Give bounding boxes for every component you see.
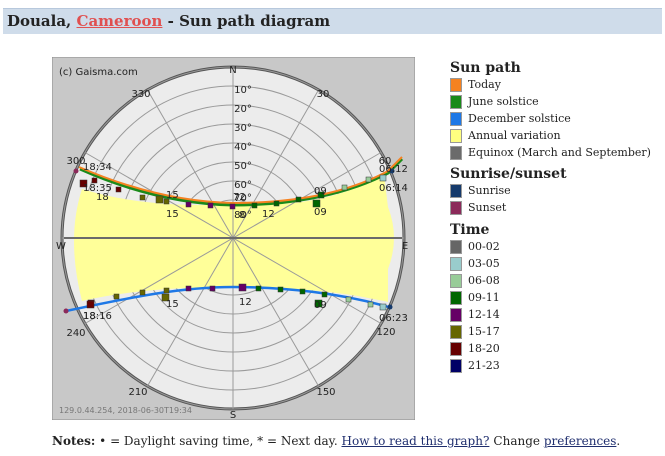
- notes-text: • = Daylight saving time, * = Next day.: [99, 434, 338, 448]
- compass-west: W: [56, 241, 66, 252]
- hour-09-label: 09: [314, 300, 327, 311]
- footer-stamp: 129.0.44.254, 2018-06-30T19:34: [59, 406, 192, 415]
- preferences-link[interactable]: preferences: [544, 434, 617, 448]
- hour-15-label: 15: [166, 209, 179, 220]
- legend-swatch: [450, 128, 462, 143]
- azimuth-150: 150: [316, 387, 335, 398]
- legend-label: Annual variation: [468, 129, 561, 142]
- sunrise-marker-winter: [379, 303, 387, 311]
- legend-item: Equinox (March and September): [450, 144, 660, 161]
- legend-label: Equinox (March and September): [468, 146, 651, 159]
- legend-sunrise-sunset-title: Sunrise/sunset: [450, 166, 567, 182]
- legend-label: December solstice: [468, 112, 571, 125]
- legend-swatch: [450, 183, 462, 198]
- azimuth-210: 210: [128, 387, 147, 398]
- altitude-60: 60°: [234, 180, 252, 191]
- legend-label: Today: [468, 78, 501, 91]
- today-sunset-label: 18:34: [83, 162, 112, 173]
- legend-swatch: [450, 290, 462, 305]
- today-sunrise-label: 06:12: [379, 164, 408, 175]
- azimuth-240: 240: [66, 328, 85, 339]
- legend-swatch: [450, 77, 462, 92]
- altitude-72-label: 72: [233, 192, 246, 203]
- legend-label: June solstice: [468, 95, 539, 108]
- legend-item: 18-20: [450, 340, 660, 357]
- city-name: Douala,: [7, 12, 72, 30]
- sunset-marker-winter: [86, 300, 95, 309]
- legend-swatch: [450, 239, 462, 254]
- legend-swatch: [450, 256, 462, 271]
- legend-swatch: [450, 94, 462, 109]
- legend-item: 12-14: [450, 306, 660, 323]
- hour-12-label: 12: [262, 209, 275, 220]
- legend-swatch: [450, 307, 462, 322]
- copyright-text: (c) Gaisma.com: [59, 67, 138, 78]
- legend-item: 09-11: [450, 289, 660, 306]
- legend-time-title: Time: [450, 222, 490, 238]
- altitude-20: 20°: [234, 104, 252, 115]
- altitude-30: 30°: [234, 123, 252, 134]
- legend-label: 21-23: [468, 359, 500, 372]
- legend-swatch: [450, 341, 462, 356]
- legend-swatch: [450, 273, 462, 288]
- compass-north: N: [229, 65, 236, 76]
- page-header: Douala, Cameroon - Sun path diagram: [3, 8, 662, 34]
- legend-item: Sunrise: [450, 182, 660, 199]
- legend-swatch: [450, 111, 462, 126]
- notes-label: Notes:: [52, 434, 96, 448]
- legend-label: Sunset: [468, 201, 507, 214]
- azimuth-30: 30: [317, 89, 330, 100]
- legend-item: 15-17: [450, 323, 660, 340]
- legend-item: Annual variation: [450, 127, 660, 144]
- hour-18-label: 18: [83, 311, 96, 322]
- legend-label: 18-20: [468, 342, 500, 355]
- compass-east: E: [402, 241, 408, 252]
- legend-item: Sunset: [450, 199, 660, 216]
- legend-item: 21-23: [450, 357, 660, 374]
- how-to-read-link[interactable]: How to read this graph?: [342, 434, 490, 448]
- altitude-40: 40°: [234, 142, 252, 153]
- legend-item: 00-02: [450, 238, 660, 255]
- compass-south: S: [230, 410, 236, 420]
- legend-label: 09-11: [468, 291, 500, 304]
- legend-label: 00-02: [468, 240, 500, 253]
- june-sunrise-label: 06:14: [379, 183, 408, 194]
- hour-09-label: 09: [314, 207, 327, 218]
- legend-label: 06-08: [468, 274, 500, 287]
- legend: Sun path Today June solstice December sols…: [450, 60, 660, 374]
- legend-label: Sunrise: [468, 184, 511, 197]
- legend-label: 15-17: [468, 325, 500, 338]
- dec-sunrise-label: 06:23: [379, 313, 408, 324]
- hour-12-label: 12: [239, 297, 252, 308]
- legend-item: 03-05: [450, 255, 660, 272]
- azimuth-330: 330: [131, 89, 150, 100]
- hour-09-label: 09: [314, 186, 327, 197]
- hour-15-label: 15: [166, 299, 179, 310]
- sunrise-marker-summer: [379, 174, 387, 182]
- page-title: Douala, Cameroon - Sun path diagram: [7, 12, 330, 30]
- notes: Notes: • = Daylight saving time, * = Nex…: [52, 434, 620, 448]
- legend-item: 06-08: [450, 272, 660, 289]
- legend-item: Today: [450, 76, 660, 93]
- altitude-10: 10°: [234, 85, 252, 96]
- notes-end: .: [616, 434, 621, 448]
- legend-item: June solstice: [450, 93, 660, 110]
- legend-swatch: [450, 324, 462, 339]
- altitude-8-label: 8: [239, 210, 245, 221]
- legend-label: 12-14: [468, 308, 500, 321]
- azimuth-120: 120: [376, 327, 395, 338]
- legend-swatch: [450, 200, 462, 215]
- legend-item: December solstice: [450, 110, 660, 127]
- notes-middle: Change: [493, 434, 540, 448]
- country-link[interactable]: Cameroon: [77, 12, 163, 30]
- sun-path-diagram: (c) Gaisma.com 129.0.44.254, 2018-06-30T…: [52, 57, 415, 420]
- legend-swatch: [450, 358, 462, 373]
- legend-sun-path-title: Sun path: [450, 60, 521, 76]
- title-suffix: - Sun path diagram: [167, 12, 331, 30]
- hour-15-label: 15: [166, 190, 179, 201]
- legend-label: 03-05: [468, 257, 500, 270]
- legend-swatch: [450, 145, 462, 160]
- altitude-50: 50°: [234, 161, 252, 172]
- hour-18-label: 18: [96, 192, 109, 203]
